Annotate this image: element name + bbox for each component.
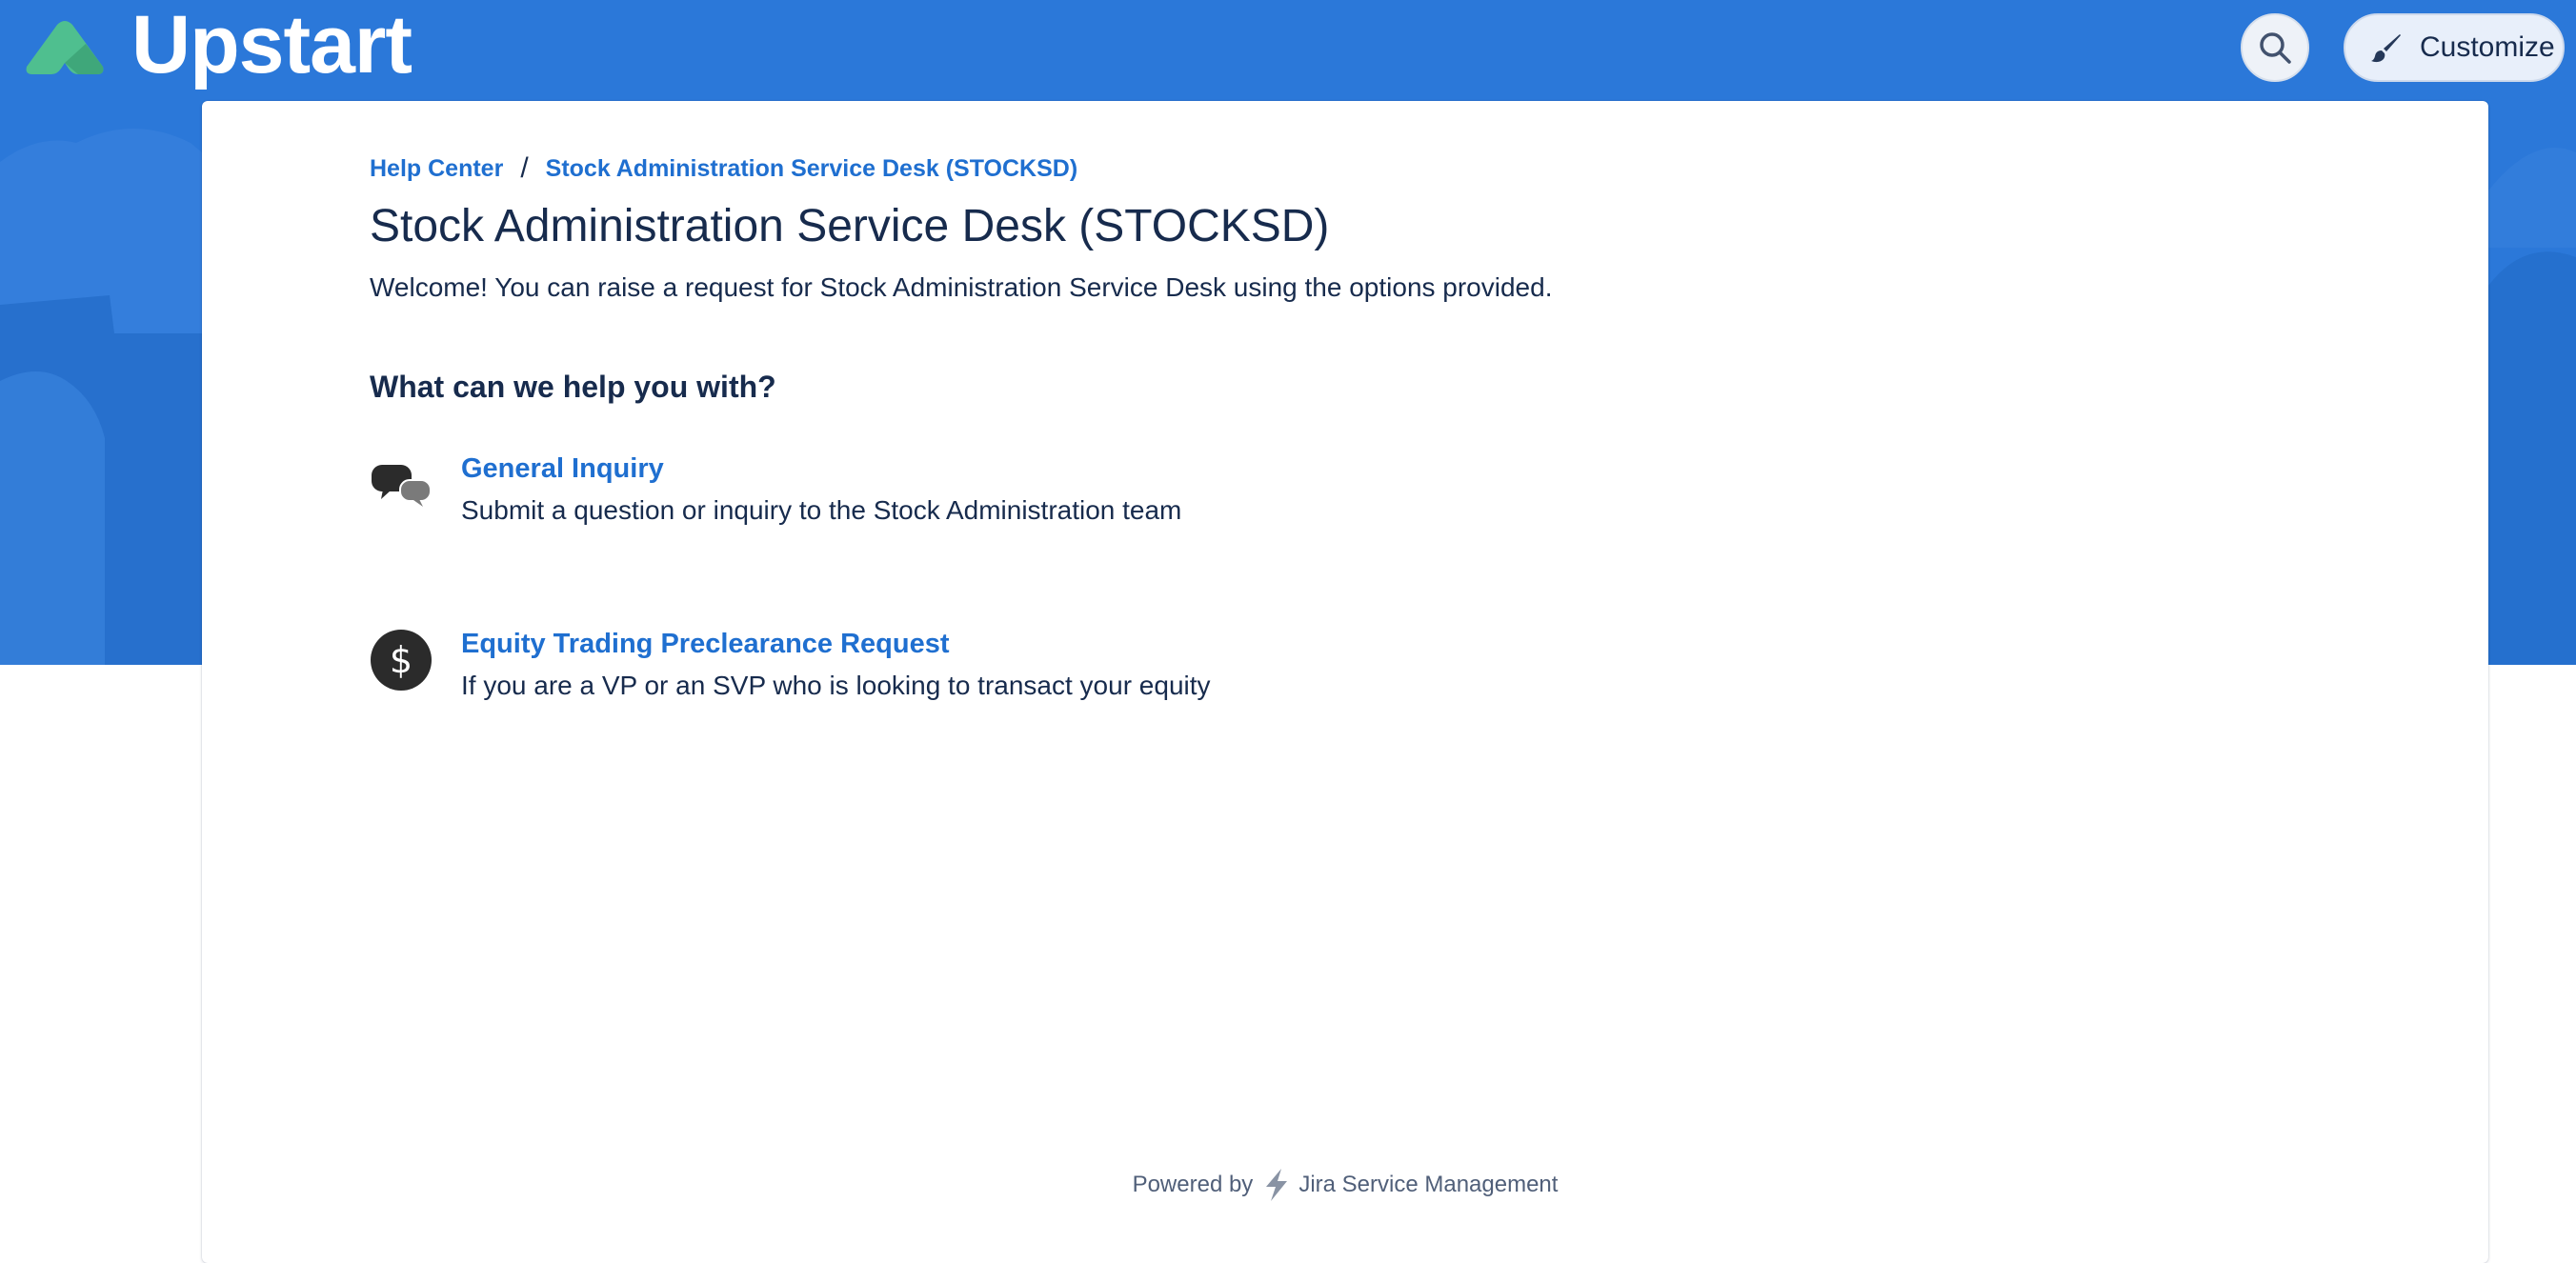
portal-card: Help Center / Stock Administration Servi… (202, 101, 2488, 1263)
search-button[interactable] (2241, 13, 2309, 82)
logo-text: Upstart (131, 0, 413, 90)
request-type-equity-preclearance[interactable]: $ Equity Trading Preclearance Request If… (370, 629, 1703, 733)
request-type-title[interactable]: Equity Trading Preclearance Request (461, 629, 950, 660)
welcome-message: Welcome! You can raise a request for Sto… (370, 272, 1553, 302)
section-heading: What can we help you with? (370, 370, 776, 404)
lightning-icon (1266, 1169, 1288, 1201)
logo[interactable]: Upstart (19, 0, 413, 90)
request-type-title[interactable]: General Inquiry (461, 453, 664, 485)
search-icon (2260, 32, 2291, 64)
dollar-icon: $ (371, 630, 432, 691)
breadcrumb: Help Center / Stock Administration Servi… (370, 152, 1077, 185)
customize-label: Customize (2420, 31, 2555, 63)
request-type-general-inquiry[interactable]: General Inquiry Submit a question or inq… (370, 453, 1703, 558)
paintbrush-icon (2371, 34, 2401, 63)
request-type-description: If you are a VP or an SVP who is looking… (461, 671, 1211, 700)
speech-bubbles-icon (372, 465, 432, 507)
breadcrumb-separator: / (520, 152, 529, 184)
jira-service-management-link[interactable]: Jira Service Management (1298, 1172, 1558, 1198)
footer: Powered by Jira Service Management (202, 1168, 2488, 1202)
powered-by-label: Powered by (1132, 1172, 1254, 1197)
upstart-logo-icon (26, 21, 104, 74)
breadcrumb-help-center[interactable]: Help Center (370, 155, 503, 183)
page-title: Stock Administration Service Desk (STOCK… (370, 201, 1330, 251)
svg-text:$: $ (390, 639, 413, 681)
request-type-description: Submit a question or inquiry to the Stoc… (461, 495, 1182, 525)
customize-button[interactable]: Customize (2344, 13, 2565, 82)
breadcrumb-current-portal[interactable]: Stock Administration Service Desk (STOCK… (546, 155, 1077, 183)
